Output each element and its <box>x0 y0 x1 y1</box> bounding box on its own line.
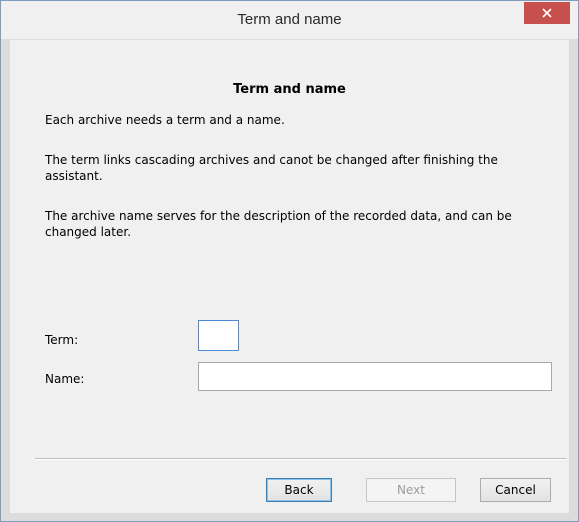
close-button[interactable] <box>524 2 570 24</box>
cancel-button[interactable]: Cancel <box>480 478 551 502</box>
wizard-page: Term and name Each archive needs a term … <box>10 40 569 513</box>
page-heading: Term and name <box>233 82 346 97</box>
term-description: The term links cascading archives and ca… <box>45 153 498 183</box>
dialog-window: Term and name Term and name Each archive… <box>0 0 579 522</box>
button-divider <box>35 458 567 460</box>
intro-text: Each archive needs a term and a name. <box>45 113 285 127</box>
back-button[interactable]: Back <box>266 478 332 502</box>
title-bar: Term and name <box>1 1 578 39</box>
term-input[interactable] <box>198 320 239 351</box>
name-description: The archive name serves for the descript… <box>45 209 512 239</box>
next-button[interactable]: Next <box>366 478 456 502</box>
name-label: Name: <box>45 372 85 386</box>
term-label: Term: <box>45 333 79 347</box>
name-input[interactable] <box>198 362 552 391</box>
close-icon <box>542 8 552 18</box>
window-title: Term and name <box>237 11 342 28</box>
